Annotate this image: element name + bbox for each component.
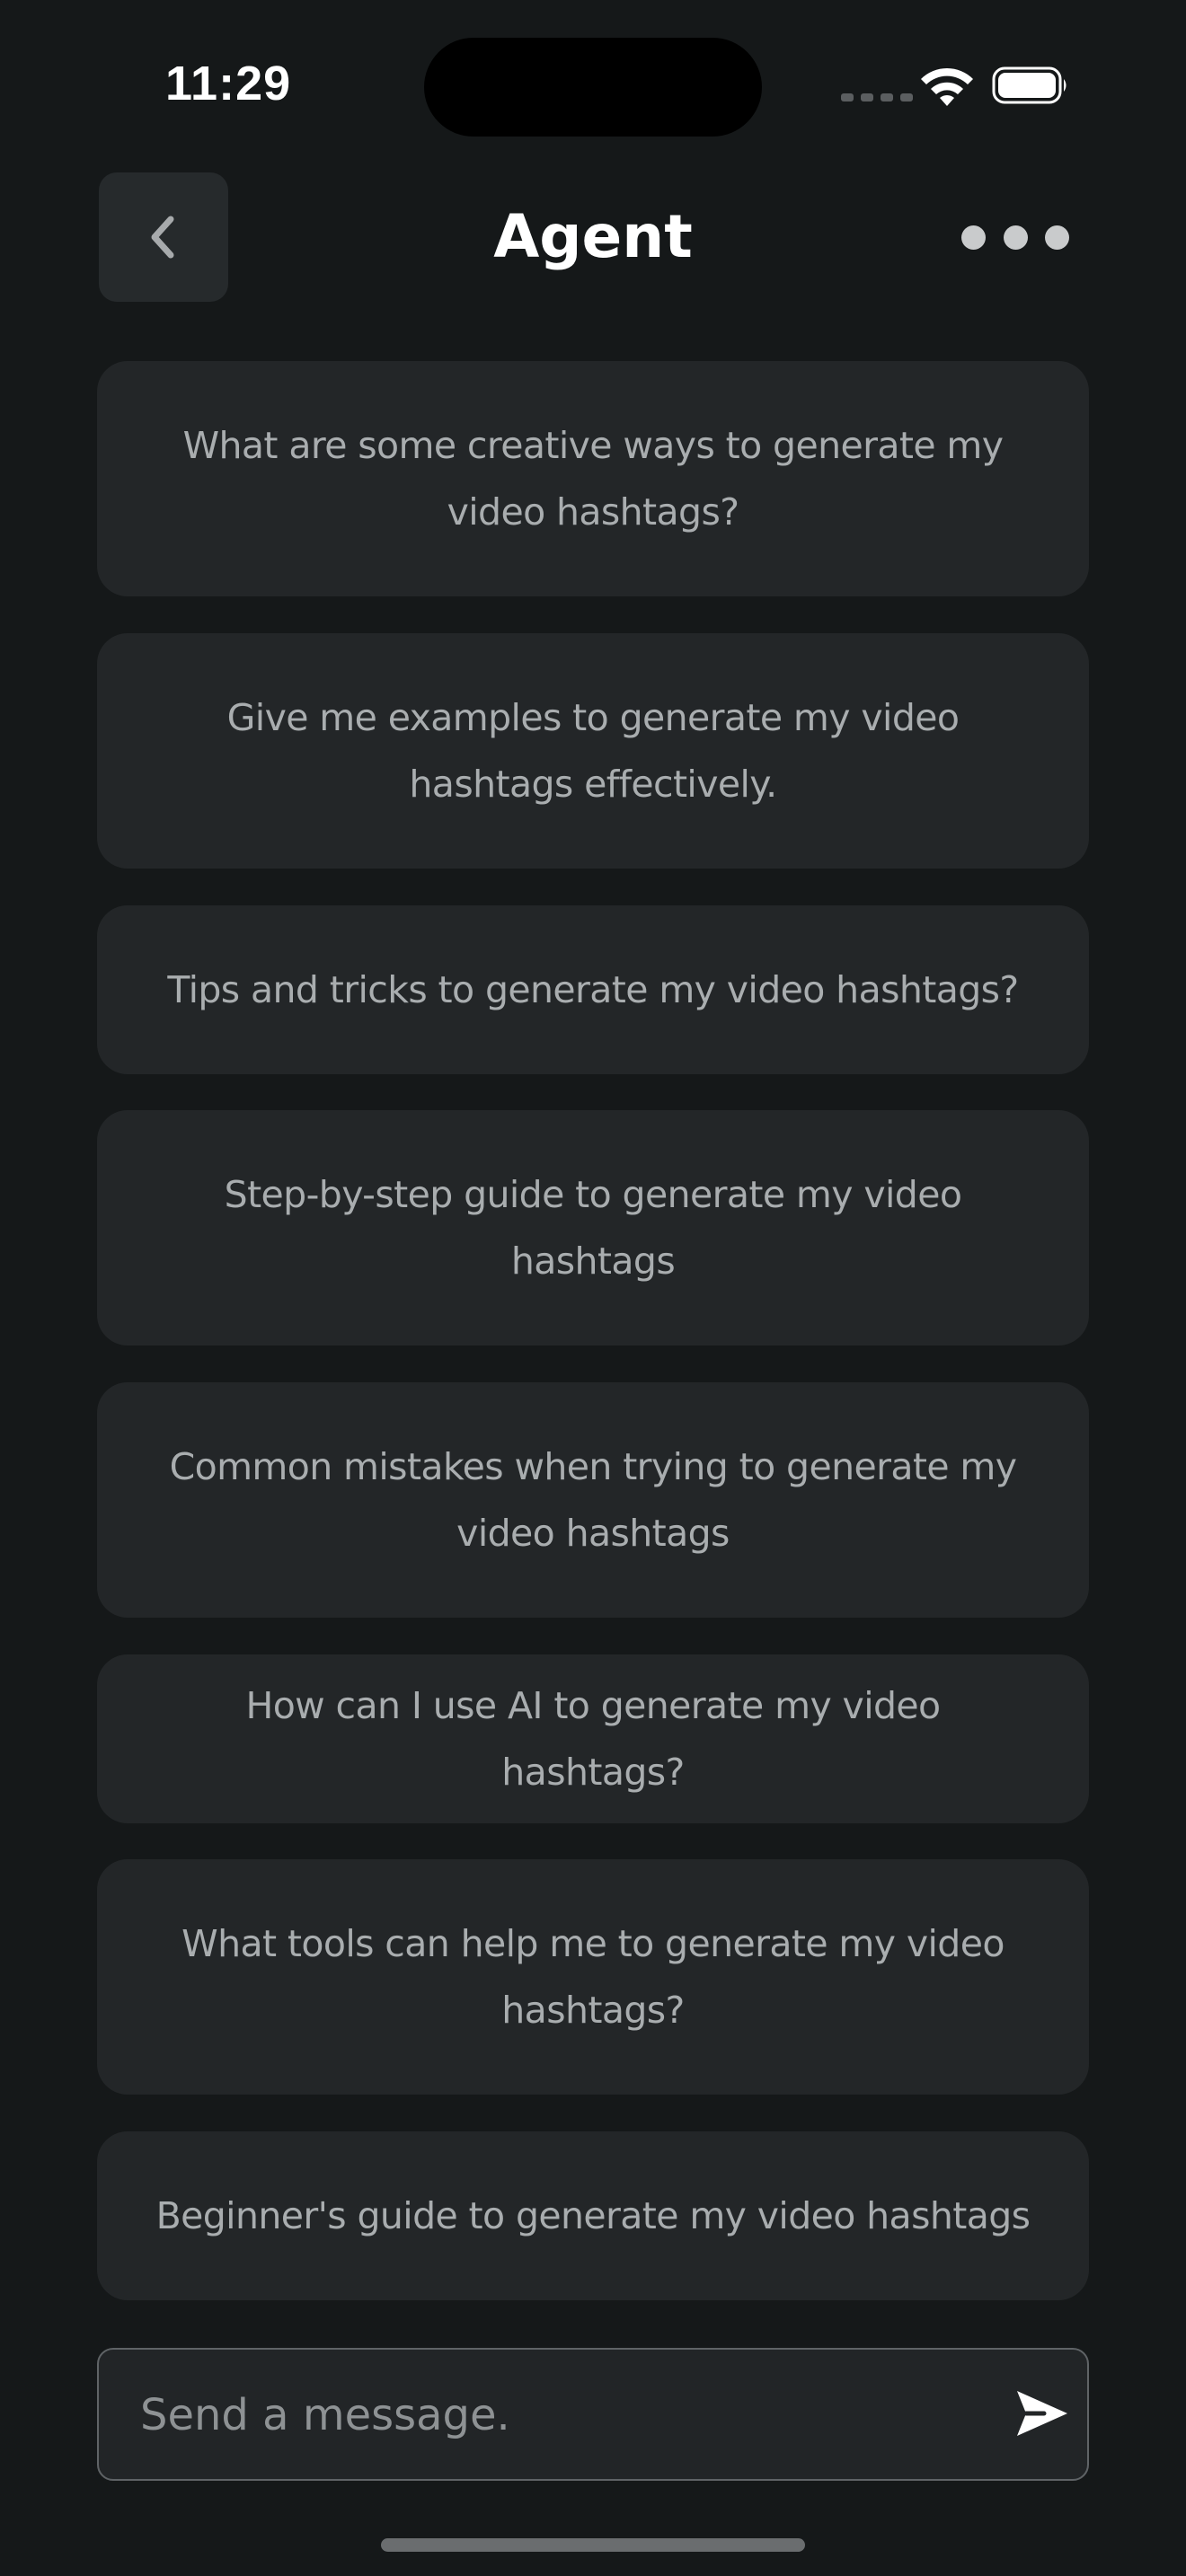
suggestion-card[interactable]: What are some creative ways to generate …	[97, 361, 1089, 596]
suggestion-text: Tips and tricks to generate my video has…	[167, 968, 1019, 1011]
suggestion-text: Give me examples to generate my video ha…	[226, 696, 960, 806]
dynamic-island	[424, 38, 762, 137]
suggestion-text: Beginner's guide to generate my video ha…	[155, 2194, 1031, 2237]
status-time: 11:29	[165, 57, 292, 110]
cellular-signal-icon	[841, 93, 913, 101]
message-input[interactable]	[138, 2350, 951, 2481]
suggestion-text: What tools can help me to generate my vi…	[181, 1922, 1005, 2032]
more-options-button[interactable]	[961, 212, 1069, 262]
wifi-icon	[921, 67, 973, 106]
suggestion-card[interactable]: Common mistakes when trying to generate …	[97, 1382, 1089, 1618]
suggestion-card[interactable]: How can I use AI to generate my video ha…	[97, 1654, 1089, 1823]
more-horizontal-icon	[961, 225, 986, 250]
message-composer	[97, 2348, 1089, 2481]
suggestion-card[interactable]: Step-by-step guide to generate my video …	[97, 1110, 1089, 1345]
page-title: Agent	[493, 202, 693, 271]
send-icon[interactable]	[1012, 2384, 1071, 2443]
suggestion-text: What are some creative ways to generate …	[182, 424, 1004, 534]
suggestion-text: How can I use AI to generate my video ha…	[245, 1684, 941, 1794]
home-indicator	[381, 2538, 805, 2552]
suggestion-card[interactable]: Give me examples to generate my video ha…	[97, 633, 1089, 869]
suggestion-card[interactable]: Beginner's guide to generate my video ha…	[97, 2131, 1089, 2300]
suggestion-text: Step-by-step guide to generate my video …	[224, 1173, 962, 1283]
suggestion-text: Common mistakes when trying to generate …	[169, 1445, 1017, 1555]
suggestion-card[interactable]: Tips and tricks to generate my video has…	[97, 905, 1089, 1074]
suggestion-card[interactable]: What tools can help me to generate my vi…	[97, 1859, 1089, 2095]
chevron-left-icon	[151, 216, 174, 259]
battery-icon	[992, 66, 1067, 104]
back-button[interactable]	[99, 172, 228, 302]
